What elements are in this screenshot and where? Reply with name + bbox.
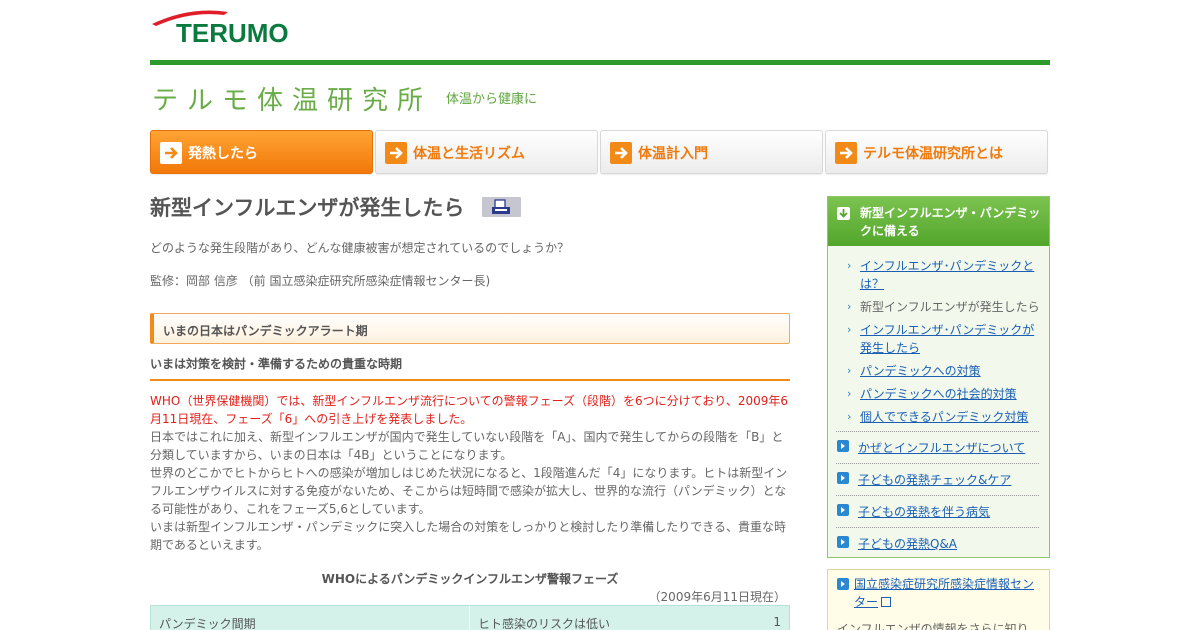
printer-icon xyxy=(492,199,510,214)
tab-body-temp-rhythm[interactable]: 体温と生活リズム xyxy=(375,130,598,174)
section-heading-text: いまの日本はパンデミックアラート期 xyxy=(163,324,368,338)
arrow-right-icon xyxy=(837,440,849,452)
paragraph: いまは新型インフルエンザ・パンデミックに突入した場合の対策をしっかりと検討したり… xyxy=(150,520,787,552)
sidebar-item-label[interactable]: 子どもの発熱を伴う病気 xyxy=(858,503,990,520)
arrow-right-icon xyxy=(837,504,849,516)
sidebar-subitem-label[interactable]: パンデミックへの社会的対策 xyxy=(860,385,1043,403)
arrow-right-icon xyxy=(837,578,849,590)
sidebar-subitem-label: 新型インフルエンザが発生したら xyxy=(860,300,1040,314)
table-row: パンデミック間期 ヒト感染のリスクは低い 1 xyxy=(150,605,790,630)
tab-about[interactable]: テルモ体温研究所とは xyxy=(825,130,1048,174)
chevron-right-icon: › xyxy=(847,300,852,313)
chevron-right-icon: › xyxy=(847,364,852,377)
site-subtitle: 体温から健康に xyxy=(446,92,538,107)
sidebar-menu: 新型インフルエンザ・パンデミックに備える › インフルエンザ･パンデミックとは？… xyxy=(827,196,1050,558)
lead-text: どのような発生段階があり、どんな健康被害が想定されているのでしょうか？ xyxy=(150,241,570,255)
supervisor-credit: 監修：岡部 信彦 （前 国立感染症研究所感染症情報センター長) xyxy=(150,274,491,288)
sidebar-item-label[interactable]: 子どもの発熱チェック&ケア xyxy=(858,471,1011,488)
divider xyxy=(836,463,1039,464)
table-caption: WHOによるパンデミックインフルエンザ警報フェーズ xyxy=(321,572,619,586)
arrow-right-icon xyxy=(385,142,407,164)
tab-label: 発熱したら xyxy=(188,146,258,162)
global-nav: 発熱したら 体温と生活リズム 体温計入門 テルモ体温研究所とは xyxy=(150,130,1050,174)
sidebar-item-label[interactable]: かぜとインフルエンザについて xyxy=(858,439,1025,456)
section-heading: いまの日本はパンデミックアラート期 xyxy=(150,313,790,344)
tab-label: テルモ体温研究所とは xyxy=(863,146,1003,162)
chevron-right-icon: › xyxy=(847,259,852,272)
sidebar-subitem-label[interactable]: パンデミックへの対策 xyxy=(860,362,1043,380)
paragraph: 世界のどこかでヒトからヒトへの感染が増加しはじめた状況になると、1段階進んだ「4… xyxy=(150,466,788,516)
terumo-logo[interactable]: TERUMO xyxy=(150,8,342,48)
table-cell-description: ヒト感染のリスクは低い xyxy=(478,617,611,630)
table-cell-period: パンデミック間期 xyxy=(159,617,256,630)
arrow-right-icon xyxy=(837,536,849,548)
sidebar-heading[interactable]: 新型インフルエンザ・パンデミックに備える xyxy=(828,197,1049,246)
page-title: 新型インフルエンザが発生したら xyxy=(150,196,465,220)
tab-thermometer-intro[interactable]: 体温計入門 xyxy=(600,130,823,174)
arrow-right-icon xyxy=(835,142,857,164)
site-title[interactable]: テルモ体温研究所 xyxy=(152,80,432,117)
external-link[interactable]: 国立感染症研究所感染症情報センター xyxy=(854,575,1044,611)
article-body: WHO（世界保健機関）では、新型インフルエンザ流行についての警報フェーズ（段階）… xyxy=(150,392,790,554)
arrow-right-icon xyxy=(610,142,632,164)
sidebar-subitem-label[interactable]: 個人でできるパンデミック対策 xyxy=(860,408,1043,426)
tab-label: 体温計入門 xyxy=(638,146,708,162)
divider xyxy=(836,527,1039,528)
tab-fever[interactable]: 発熱したら xyxy=(150,130,373,174)
table-divider xyxy=(469,606,470,630)
external-link-box: 国立感染症研究所感染症情報センター インフルエンザの情報をさらに知り xyxy=(827,569,1050,630)
table-cell-phase: 1 xyxy=(773,615,781,629)
sidebar-item-label[interactable]: 子どもの発熱Q&A xyxy=(858,535,957,552)
table-date: （2009年6月11日現在） xyxy=(648,590,786,604)
divider xyxy=(836,495,1039,496)
sub-heading: いまは対策を検討・準備するための貴重な時期 xyxy=(150,355,790,381)
print-button[interactable] xyxy=(482,197,521,217)
external-link-description: インフルエンザの情報をさらに知り xyxy=(837,622,1029,630)
arrow-right-icon xyxy=(160,142,182,164)
arrow-right-icon xyxy=(837,472,849,484)
paragraph: 日本ではこれに加え、新型インフルエンザが国内で発生していない段階を「A」、国内で… xyxy=(150,430,784,462)
header-divider xyxy=(150,60,1050,65)
divider xyxy=(836,431,1039,432)
sidebar-subitem-label[interactable]: インフルエンザ･パンデミックが発生したら xyxy=(860,321,1043,357)
highlight-text: WHO（世界保健機関）では、新型インフルエンザ流行についての警報フェーズ（段階）… xyxy=(150,394,788,426)
logo-text: TERUMO xyxy=(176,18,289,44)
chevron-right-icon: › xyxy=(847,410,852,423)
arrow-down-icon xyxy=(837,207,850,220)
chevron-right-icon: › xyxy=(847,387,852,400)
external-link-icon xyxy=(881,597,892,607)
sidebar-heading-text: 新型インフルエンザ・パンデミックに備える xyxy=(860,206,1041,238)
sub-heading-text: いまは対策を検討・準備するための貴重な時期 xyxy=(150,357,403,371)
chevron-right-icon: › xyxy=(847,323,852,336)
sidebar-subitem-label[interactable]: インフルエンザ･パンデミックとは？ xyxy=(860,257,1043,293)
tab-label: 体温と生活リズム xyxy=(413,146,525,162)
